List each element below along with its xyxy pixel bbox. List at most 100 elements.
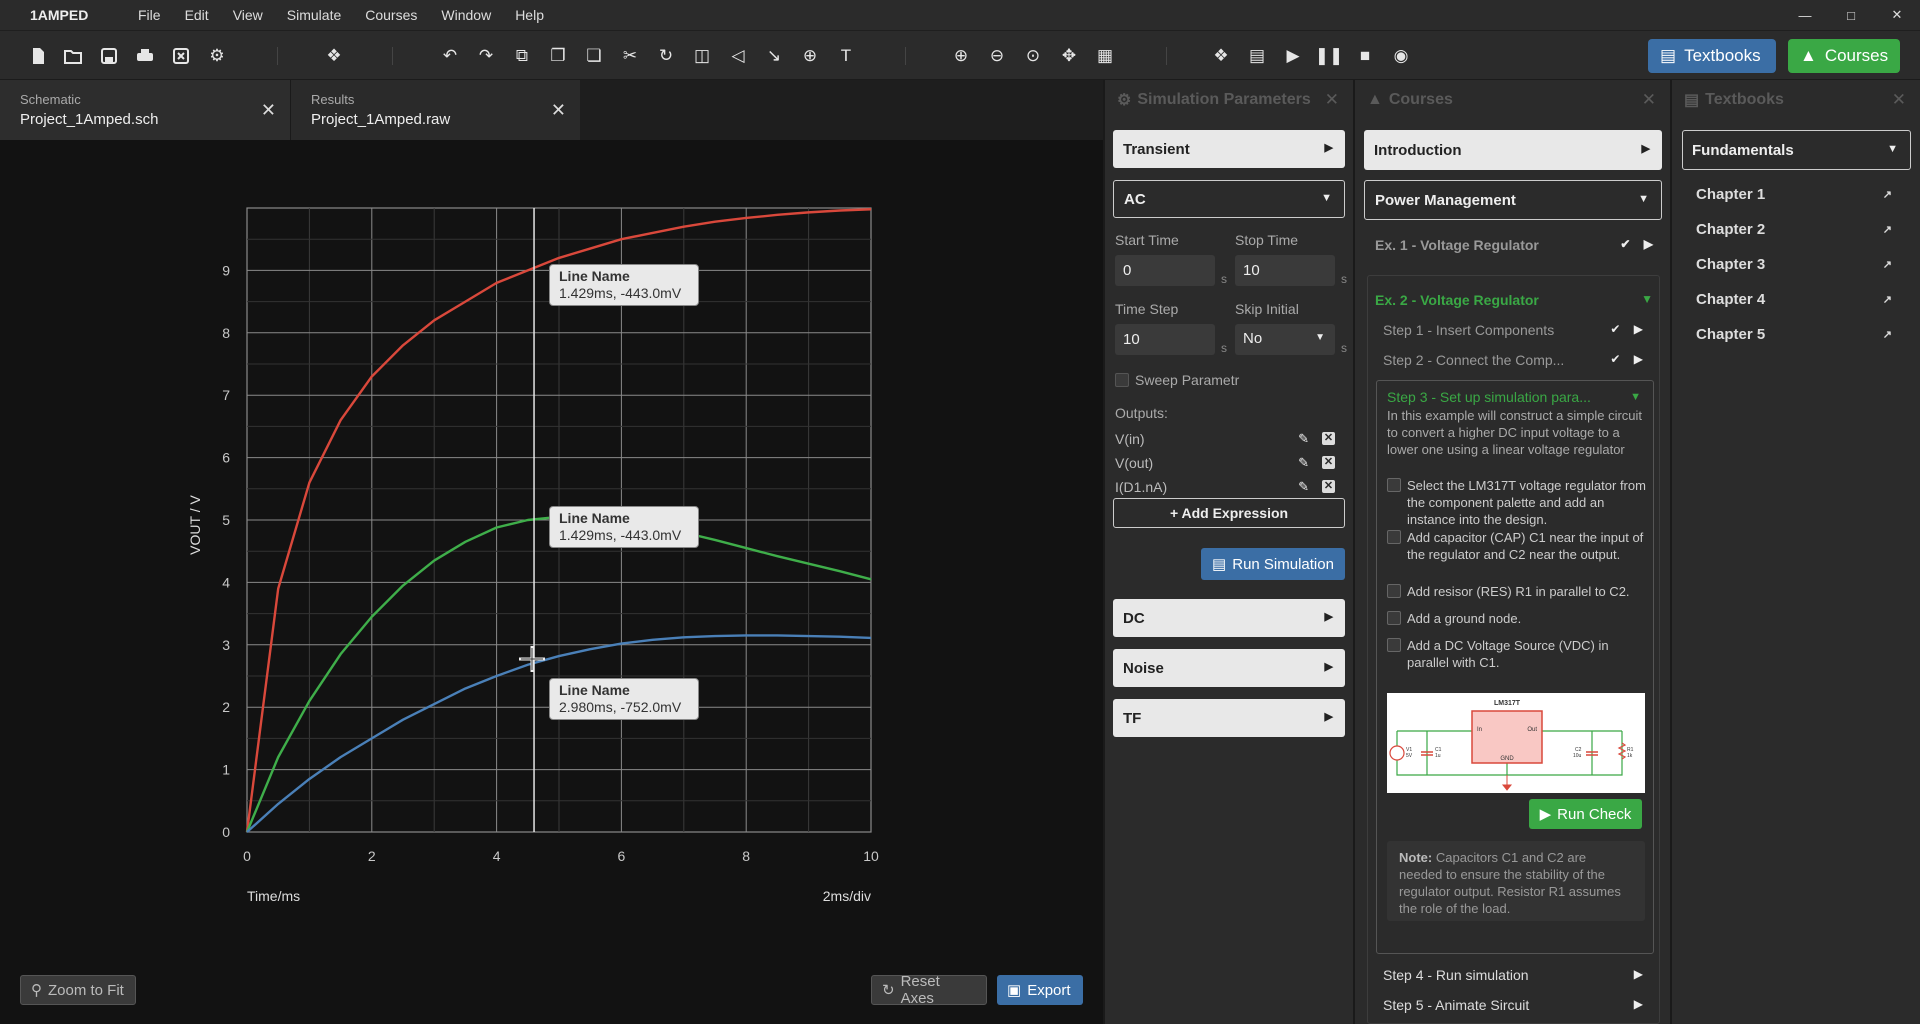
zoom-to-fit-button[interactable]: ⚲ Zoom to Fit (20, 975, 136, 1005)
menu-file[interactable]: File (126, 7, 173, 23)
component-move-icon[interactable]: ❖ (321, 43, 347, 69)
redo-icon[interactable]: ↷ (473, 43, 499, 69)
delete-icon[interactable]: ✕ (1322, 432, 1335, 445)
menu-view[interactable]: View (221, 7, 275, 23)
step-1-row[interactable]: Step 1 - Insert Components ✔ ▶ (1383, 322, 1643, 338)
duplicate-icon[interactable]: ❐ (545, 43, 571, 69)
minimize-icon[interactable]: — (1782, 0, 1828, 30)
grid-icon[interactable]: ▦ (1092, 43, 1118, 69)
task-checkbox[interactable] (1387, 638, 1401, 652)
tab-schematic[interactable]: Schematic Project_1Amped.sch ✕ (0, 80, 290, 140)
menu-edit[interactable]: Edit (173, 7, 221, 23)
accordion-fundamentals[interactable]: Fundamentals ▼ (1682, 130, 1911, 170)
task-checkbox[interactable] (1387, 584, 1401, 598)
close-file-icon[interactable] (168, 43, 194, 69)
zoom-fit-icon[interactable]: ⊙ (1020, 43, 1046, 69)
accordion-dc[interactable]: DC ▶ (1113, 599, 1345, 637)
step-2-row[interactable]: Step 2 - Connect the Comp... ✔ ▶ (1383, 352, 1643, 368)
chevron-right-icon: ▶ (1633, 997, 1643, 1011)
accordion-transient[interactable]: Transient ▶ (1113, 130, 1345, 168)
step-label: Step 4 - Run simulation (1383, 967, 1529, 983)
skip-initial-select[interactable]: No ▼ (1235, 324, 1335, 355)
edit-pencil-icon[interactable]: ✎ (1298, 479, 1309, 495)
wire-draw-icon[interactable]: ↘ (761, 43, 787, 69)
menu-courses[interactable]: Courses (353, 7, 429, 23)
run-simulation-button[interactable]: ▤ Run Simulation (1201, 548, 1345, 580)
tab-results[interactable]: Results Project_1Amped.raw ✕ (290, 80, 580, 140)
step-4-row[interactable]: Step 4 - Run simulation ▶ (1383, 967, 1643, 983)
save-icon[interactable] (96, 43, 122, 69)
delete-icon[interactable]: ✕ (1322, 456, 1335, 469)
accordion-introduction[interactable]: Introduction ▶ (1364, 130, 1662, 170)
task-checkbox[interactable] (1387, 530, 1401, 544)
close-window-icon[interactable]: ✕ (1874, 0, 1920, 30)
chevron-down-icon[interactable]: ▼ (1630, 391, 1641, 403)
task-item[interactable]: Add a DC Voltage Source (VDC) in paralle… (1387, 637, 1649, 671)
menu-help[interactable]: Help (503, 7, 556, 23)
chapter-link[interactable]: Chapter 1 ↗ (1696, 186, 1896, 203)
open-folder-icon[interactable] (60, 43, 86, 69)
task-item[interactable]: Select the LM317T voltage regulator from… (1387, 477, 1649, 528)
delete-icon[interactable]: ✕ (1322, 480, 1335, 493)
chapter-link[interactable]: Chapter 3 ↗ (1696, 256, 1896, 273)
close-tab-icon[interactable]: ✕ (261, 100, 276, 121)
courses-button[interactable]: ▲ Courses (1788, 39, 1900, 73)
close-panel-icon[interactable]: ✕ (1892, 90, 1906, 110)
task-item[interactable]: Add resisor (RES) R1 in parallel to C2. (1387, 583, 1649, 600)
probe-target-icon[interactable]: ⊕ (797, 43, 823, 69)
stop-time-input[interactable] (1235, 255, 1335, 286)
copy-icon[interactable]: ⧉ (509, 43, 535, 69)
textbooks-button[interactable]: ▤ Textbooks (1648, 39, 1776, 73)
chapter-link[interactable]: Chapter 2 ↗ (1696, 221, 1896, 238)
zoom-out-icon[interactable]: ⊖ (984, 43, 1010, 69)
print-icon[interactable] (132, 43, 158, 69)
exercise-1-row[interactable]: Ex. 1 - Voltage Regulator ✔ ▶ (1375, 237, 1655, 253)
time-step-input[interactable] (1115, 324, 1215, 355)
reset-axes-button[interactable]: ↻ Reset Axes (871, 973, 987, 1007)
step-3-title[interactable]: Step 3 - Set up simulation para... (1387, 389, 1591, 405)
pan-icon[interactable]: ✥ (1056, 43, 1082, 69)
close-panel-icon[interactable]: ✕ (1325, 90, 1339, 110)
eye-icon[interactable]: ◉ (1388, 43, 1414, 69)
sweep-checkbox[interactable] (1115, 373, 1129, 387)
chapter-link[interactable]: Chapter 4 ↗ (1696, 291, 1896, 308)
task-checkbox[interactable] (1387, 611, 1401, 625)
close-panel-icon[interactable]: ✕ (1642, 90, 1656, 110)
task-checkbox[interactable] (1387, 478, 1401, 492)
results-chart-icon[interactable]: ▤ (1244, 43, 1270, 69)
results-plot-area[interactable]: 0 2 4 6 8 10 0 1 2 3 4 5 6 7 8 9 VOUT / V Time/ms 2ms/d… (0, 140, 1103, 1024)
close-tab-icon[interactable]: ✕ (551, 100, 566, 121)
undo-icon[interactable]: ↶ (437, 43, 463, 69)
settings-gear-icon[interactable]: ⚙ (204, 43, 230, 69)
new-file-icon[interactable] (25, 43, 51, 69)
run-check-button[interactable]: ▶ Run Check (1529, 799, 1642, 829)
pause-icon[interactable]: ❚❚ (1315, 43, 1344, 69)
exercise-2-row[interactable]: Ex. 2 - Voltage Regulator ▼ (1375, 292, 1655, 308)
mirror-horizontal-icon[interactable]: ◫ (689, 43, 715, 69)
mirror-vertical-icon[interactable]: ◁ (725, 43, 751, 69)
simulation-settings-icon[interactable]: ❖ (1208, 43, 1234, 69)
play-icon[interactable]: ▶ (1280, 43, 1306, 69)
paste-icon[interactable]: ❏ (581, 43, 607, 69)
menu-simulate[interactable]: Simulate (275, 7, 353, 23)
menu-window[interactable]: Window (429, 7, 503, 23)
task-item[interactable]: Add a ground node. (1387, 610, 1649, 627)
accordion-tf[interactable]: TF ▶ (1113, 699, 1345, 737)
rotate-icon[interactable]: ↻ (653, 43, 679, 69)
add-expression-button[interactable]: + Add Expression (1113, 498, 1345, 528)
chapter-link[interactable]: Chapter 5 ↗ (1696, 326, 1896, 343)
step-5-row[interactable]: Step 5 - Animate Sircuit ▶ (1383, 997, 1643, 1013)
accordion-ac[interactable]: AC ▼ (1113, 180, 1345, 218)
export-button[interactable]: ▣ Export (997, 975, 1083, 1005)
stop-icon[interactable]: ■ (1352, 43, 1378, 69)
maximize-icon[interactable]: □ (1828, 0, 1874, 30)
cut-scissors-icon[interactable]: ✂ (617, 43, 643, 69)
accordion-noise[interactable]: Noise ▶ (1113, 649, 1345, 687)
start-time-input[interactable] (1115, 255, 1215, 286)
zoom-in-icon[interactable]: ⊕ (948, 43, 974, 69)
task-item[interactable]: Add capacitor (CAP) C1 near the input of… (1387, 529, 1649, 563)
edit-pencil-icon[interactable]: ✎ (1298, 431, 1309, 447)
text-tool-icon[interactable]: T (833, 43, 859, 69)
accordion-power-management[interactable]: Power Management ▼ (1364, 180, 1662, 220)
edit-pencil-icon[interactable]: ✎ (1298, 455, 1309, 471)
